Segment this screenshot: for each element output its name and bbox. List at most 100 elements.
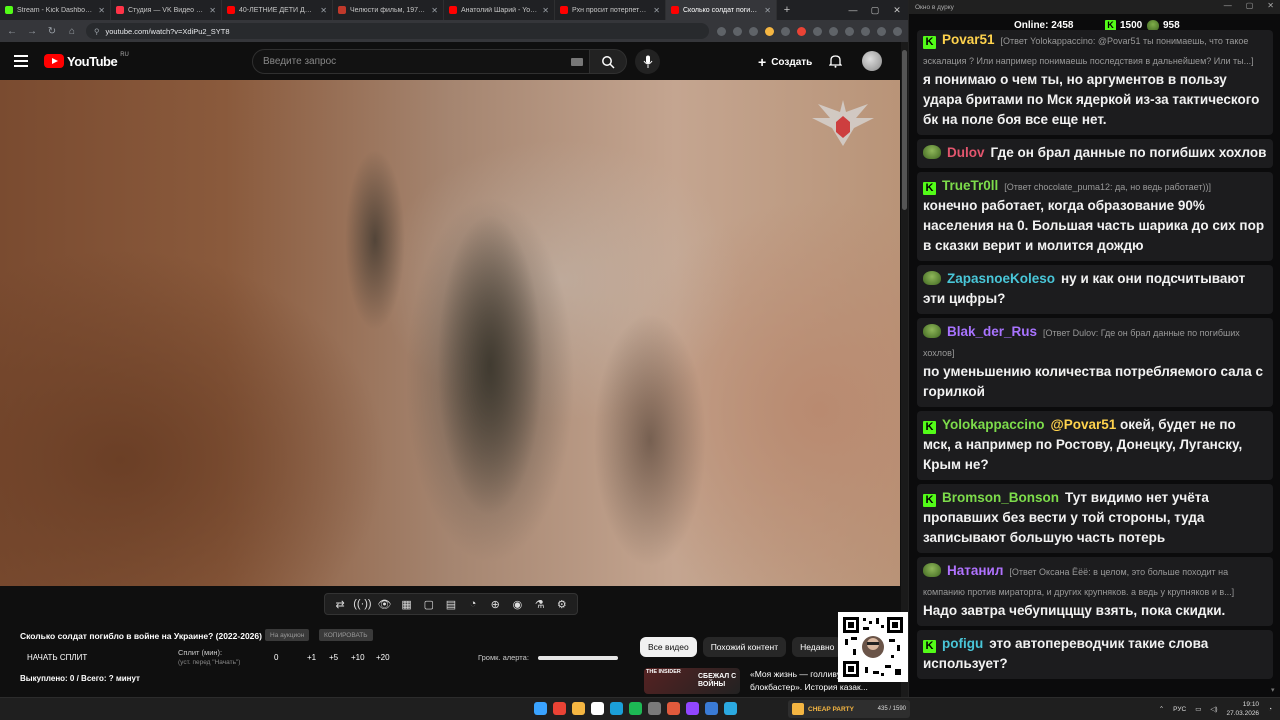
- extension-icon[interactable]: [797, 26, 806, 36]
- chat-author[interactable]: pofigu: [942, 636, 983, 651]
- steam-icon[interactable]: [610, 702, 623, 715]
- back-icon[interactable]: ←: [6, 26, 18, 37]
- cast-icon[interactable]: [717, 26, 726, 36]
- live-icon[interactable]: ((·)): [353, 598, 371, 610]
- chat-author[interactable]: Dulov: [947, 145, 985, 160]
- video-player[interactable]: [0, 80, 900, 586]
- split-plus-20-button[interactable]: +20: [376, 653, 390, 662]
- menu-icon[interactable]: [14, 55, 28, 67]
- home-icon[interactable]: ⌂: [66, 26, 78, 37]
- watch-icon[interactable]: 👁: [375, 598, 393, 611]
- profile-icon[interactable]: [861, 26, 870, 36]
- minimize-icon[interactable]: —: [1224, 1, 1232, 10]
- recommended-thumbnail[interactable]: THE INSIDER СБЕЖАЛ С ВОЙНЫ: [644, 668, 740, 694]
- tab-close-icon[interactable]: ✕: [542, 6, 549, 15]
- chip-all-videos[interactable]: Все видео: [640, 637, 697, 657]
- close-icon[interactable]: ✕: [886, 0, 908, 20]
- chat-author[interactable]: Blak_der_Rus: [947, 324, 1037, 339]
- tab-close-icon[interactable]: ✕: [209, 6, 216, 15]
- browser-tab[interactable]: Сколько солдат погибло в ✕: [666, 0, 777, 20]
- tab-close-icon[interactable]: ✕: [98, 6, 105, 15]
- scrollbar-thumb[interactable]: [902, 50, 907, 210]
- extension-icon[interactable]: [781, 26, 790, 36]
- account-avatar[interactable]: [862, 51, 882, 71]
- maximize-icon[interactable]: ▢: [1246, 1, 1254, 10]
- chat-scrollbar[interactable]: [1271, 40, 1276, 694]
- chat-mention[interactable]: @Povar51: [1051, 417, 1117, 432]
- chat-author[interactable]: ZapasnoeKoleso: [947, 271, 1055, 286]
- clock[interactable]: 19:10 27.03.2026: [1227, 700, 1260, 718]
- chip-similar[interactable]: Похожий контент: [702, 637, 787, 657]
- menu-dots-icon[interactable]: [893, 26, 902, 36]
- forward-icon[interactable]: →: [26, 26, 38, 37]
- tab-close-icon[interactable]: ✕: [431, 6, 438, 15]
- voice-search-button[interactable]: [635, 49, 660, 74]
- chat-author[interactable]: TrueTr0ll: [942, 178, 998, 193]
- browser-tab[interactable]: 40-ЛЕТНИЕ ДЕТИ ДИСНЕЯ ✕: [222, 0, 333, 20]
- tab-close-icon[interactable]: ✕: [320, 6, 327, 15]
- search-input[interactable]: Введите запрос: [252, 49, 592, 74]
- site-info-icon[interactable]: ⚲: [94, 27, 100, 36]
- twitch-icon[interactable]: [686, 702, 699, 715]
- keyboard-icon[interactable]: [571, 58, 583, 66]
- browser-tab[interactable]: Анатолий Шарий - YouTube✕: [444, 0, 555, 20]
- translate-icon[interactable]: [749, 26, 758, 36]
- spotify-icon[interactable]: [629, 702, 642, 715]
- close-icon[interactable]: ✕: [1267, 1, 1274, 10]
- split-plus-1-button[interactable]: +1: [307, 653, 316, 662]
- download-icon[interactable]: [845, 26, 854, 36]
- chat-author[interactable]: Povar51: [942, 32, 995, 47]
- language-indicator[interactable]: РУС: [1173, 706, 1186, 713]
- app-icon[interactable]: [705, 702, 718, 715]
- zoom-icon[interactable]: ⊕: [486, 598, 504, 611]
- reload-icon[interactable]: ↻: [46, 26, 58, 37]
- screenshot-grid-icon[interactable]: ▤: [442, 598, 460, 611]
- copy-button[interactable]: КОПИРОВАТЬ: [319, 629, 373, 641]
- browser-tab[interactable]: Челюсти фильм, 1975, дата ✕: [333, 0, 444, 20]
- app-icon[interactable]: [648, 702, 661, 715]
- frame-icon[interactable]: ▦: [398, 598, 416, 611]
- extension-icon[interactable]: [813, 26, 822, 36]
- create-button[interactable]: + Создать: [750, 50, 820, 74]
- bookmark-star-icon[interactable]: [733, 26, 742, 36]
- telegram-icon[interactable]: [724, 702, 737, 715]
- new-tab-button[interactable]: +: [777, 0, 797, 20]
- obs-icon[interactable]: [591, 702, 604, 715]
- split-plus-5-button[interactable]: +5: [329, 653, 338, 662]
- notification-bell-icon[interactable]: ◔: [1268, 706, 1272, 713]
- notifications-button[interactable]: [826, 52, 844, 70]
- sidepanel-icon[interactable]: [877, 26, 886, 36]
- settings-icon[interactable]: ⚙: [553, 598, 571, 611]
- browser-tab[interactable]: Stream - Kick Dashboard ✕: [0, 0, 111, 20]
- split-plus-10-button[interactable]: +10: [351, 653, 365, 662]
- tab-close-icon[interactable]: ✕: [764, 6, 771, 15]
- chrome-icon[interactable]: [553, 702, 566, 715]
- chip-recent[interactable]: Недавно: [792, 637, 843, 657]
- explorer-icon[interactable]: [572, 702, 585, 715]
- taskbar-widget[interactable]: CHEAP PARTY 435 / 1590: [788, 700, 910, 718]
- chat-author[interactable]: Yolokappaccino: [942, 417, 1045, 432]
- extension-icon[interactable]: [765, 26, 774, 36]
- volume-icon[interactable]: ◁): [1210, 705, 1217, 713]
- chat-author[interactable]: Натанил: [947, 563, 1003, 578]
- chat-author[interactable]: Bromson_Bonson: [942, 490, 1059, 505]
- network-icon[interactable]: ▭: [1195, 705, 1201, 713]
- extensions-puzzle-icon[interactable]: [829, 26, 838, 36]
- page-scrollbar[interactable]: [901, 42, 908, 697]
- app-icon[interactable]: [667, 702, 680, 715]
- search-button[interactable]: [589, 49, 627, 74]
- tray-chevron-icon[interactable]: ⌃: [1159, 705, 1164, 713]
- minimize-icon[interactable]: —: [842, 0, 864, 20]
- picture-in-picture-icon[interactable]: ▢: [420, 598, 438, 611]
- start-split-button[interactable]: НАЧАТЬ СПЛИТ: [27, 653, 87, 662]
- tab-close-icon[interactable]: ✕: [653, 6, 660, 15]
- url-field[interactable]: ⚲ youtube.com/watch?v=XdiPu2_SYT8: [86, 23, 709, 39]
- speed-icon[interactable]: ◔: [464, 598, 482, 610]
- auction-button[interactable]: На аукцион: [265, 629, 310, 641]
- youtube-logo[interactable]: YouTube RU: [44, 52, 129, 69]
- loop-icon[interactable]: ⇄: [331, 598, 349, 611]
- maximize-icon[interactable]: ▢: [864, 0, 886, 20]
- browser-tab[interactable]: Рхн просит потерпеть :) - Y✕: [555, 0, 666, 20]
- filter-icon[interactable]: ⚗: [531, 598, 549, 611]
- start-icon[interactable]: [534, 702, 547, 715]
